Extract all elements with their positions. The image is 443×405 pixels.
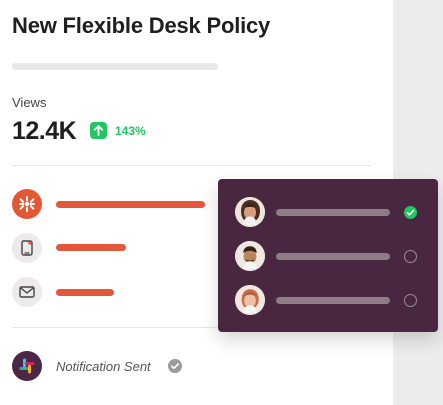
mobile-progress-bar: [56, 244, 126, 251]
recipient-name-bar: [276, 209, 390, 216]
recipient-popup: [218, 179, 438, 332]
mail-icon[interactable]: [12, 277, 42, 307]
canvas: New Flexible Desk Policy Views 12.4K 143…: [0, 0, 443, 405]
recipient-name-bar: [276, 297, 390, 304]
trend-up-icon: [90, 122, 107, 139]
page-title: New Flexible Desk Policy: [12, 13, 271, 38]
zapier-progress-bar: [56, 201, 205, 208]
recipient-name-bar: [276, 253, 390, 260]
check-icon[interactable]: [404, 206, 417, 219]
avatar: [235, 285, 265, 315]
radio-icon[interactable]: [404, 294, 417, 307]
views-value: 12.4K: [12, 117, 77, 145]
mobile-icon[interactable]: [12, 233, 42, 263]
avatar: [235, 197, 265, 227]
notification-status-text: Notification Sent: [56, 359, 151, 374]
views-label: Views: [12, 95, 47, 110]
mail-progress-bar: [56, 289, 114, 296]
avatar: [235, 241, 265, 271]
check-icon: [168, 359, 182, 373]
recipient-row[interactable]: [218, 235, 438, 279]
divider: [12, 165, 371, 166]
subtitle-placeholder: [12, 63, 218, 70]
zapier-icon[interactable]: [12, 189, 42, 219]
slack-icon[interactable]: [12, 351, 42, 381]
views-change: 143%: [115, 124, 146, 138]
recipient-row[interactable]: [218, 191, 438, 235]
recipient-row[interactable]: [218, 279, 438, 323]
radio-icon[interactable]: [404, 250, 417, 263]
